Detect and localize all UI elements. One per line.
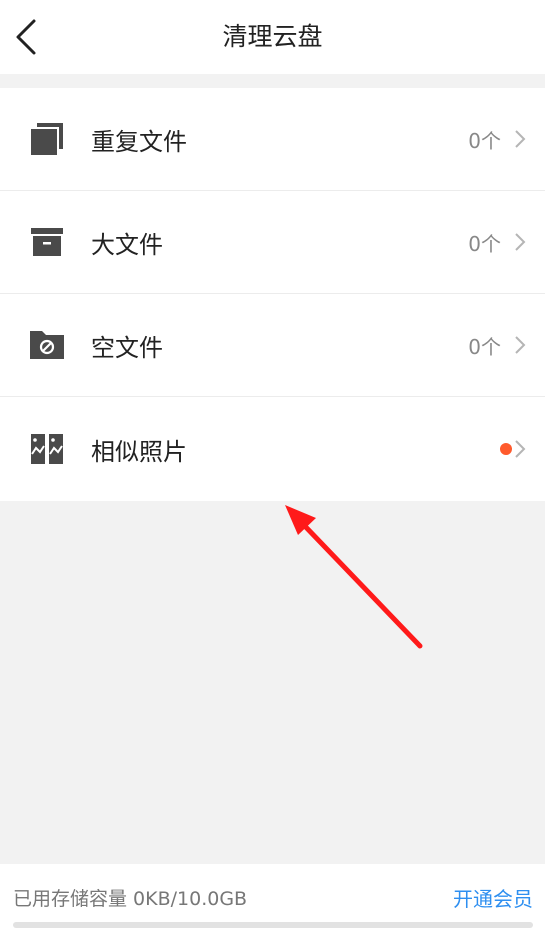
storage-progress-bar: [13, 922, 533, 928]
empty-folder-icon: [28, 326, 66, 364]
list-item-empty-files[interactable]: 空文件 0个: [0, 294, 545, 397]
page-title: 清理云盘: [222, 22, 323, 51]
chevron-right-icon: [513, 438, 527, 460]
chevron-right-icon: [513, 128, 527, 150]
duplicate-files-icon: [28, 120, 66, 158]
list-item-label: 空文件: [91, 333, 163, 362]
similar-photos-icon: [28, 430, 66, 468]
list-item-similar-photos[interactable]: 相似照片: [0, 397, 545, 501]
list-item-label: 相似照片: [91, 437, 187, 466]
item-count: 0个: [468, 231, 501, 256]
list-item-label: 大文件: [91, 230, 163, 259]
open-vip-link[interactable]: 开通会员: [453, 883, 533, 912]
list-item-duplicate-files[interactable]: 重复文件 0个: [0, 88, 545, 191]
item-count: 0个: [468, 128, 501, 153]
cleanup-options-list: 重复文件 0个 大文件 0个 空文件 0个 相似照片: [0, 88, 545, 501]
chevron-right-icon: [513, 334, 527, 356]
item-count: 0个: [468, 334, 501, 359]
list-item-large-files[interactable]: 大文件 0个: [0, 191, 545, 294]
storage-usage-text: 已用存储容量 0KB/10.0GB: [13, 888, 248, 910]
top-bar: 清理云盘: [0, 0, 545, 74]
list-item-label: 重复文件: [91, 127, 187, 156]
new-badge-dot: [500, 443, 512, 455]
chevron-right-icon: [513, 231, 527, 253]
archive-box-icon: [28, 223, 66, 261]
storage-footer: 已用存储容量 0KB/10.0GB 开通会员: [0, 864, 545, 935]
